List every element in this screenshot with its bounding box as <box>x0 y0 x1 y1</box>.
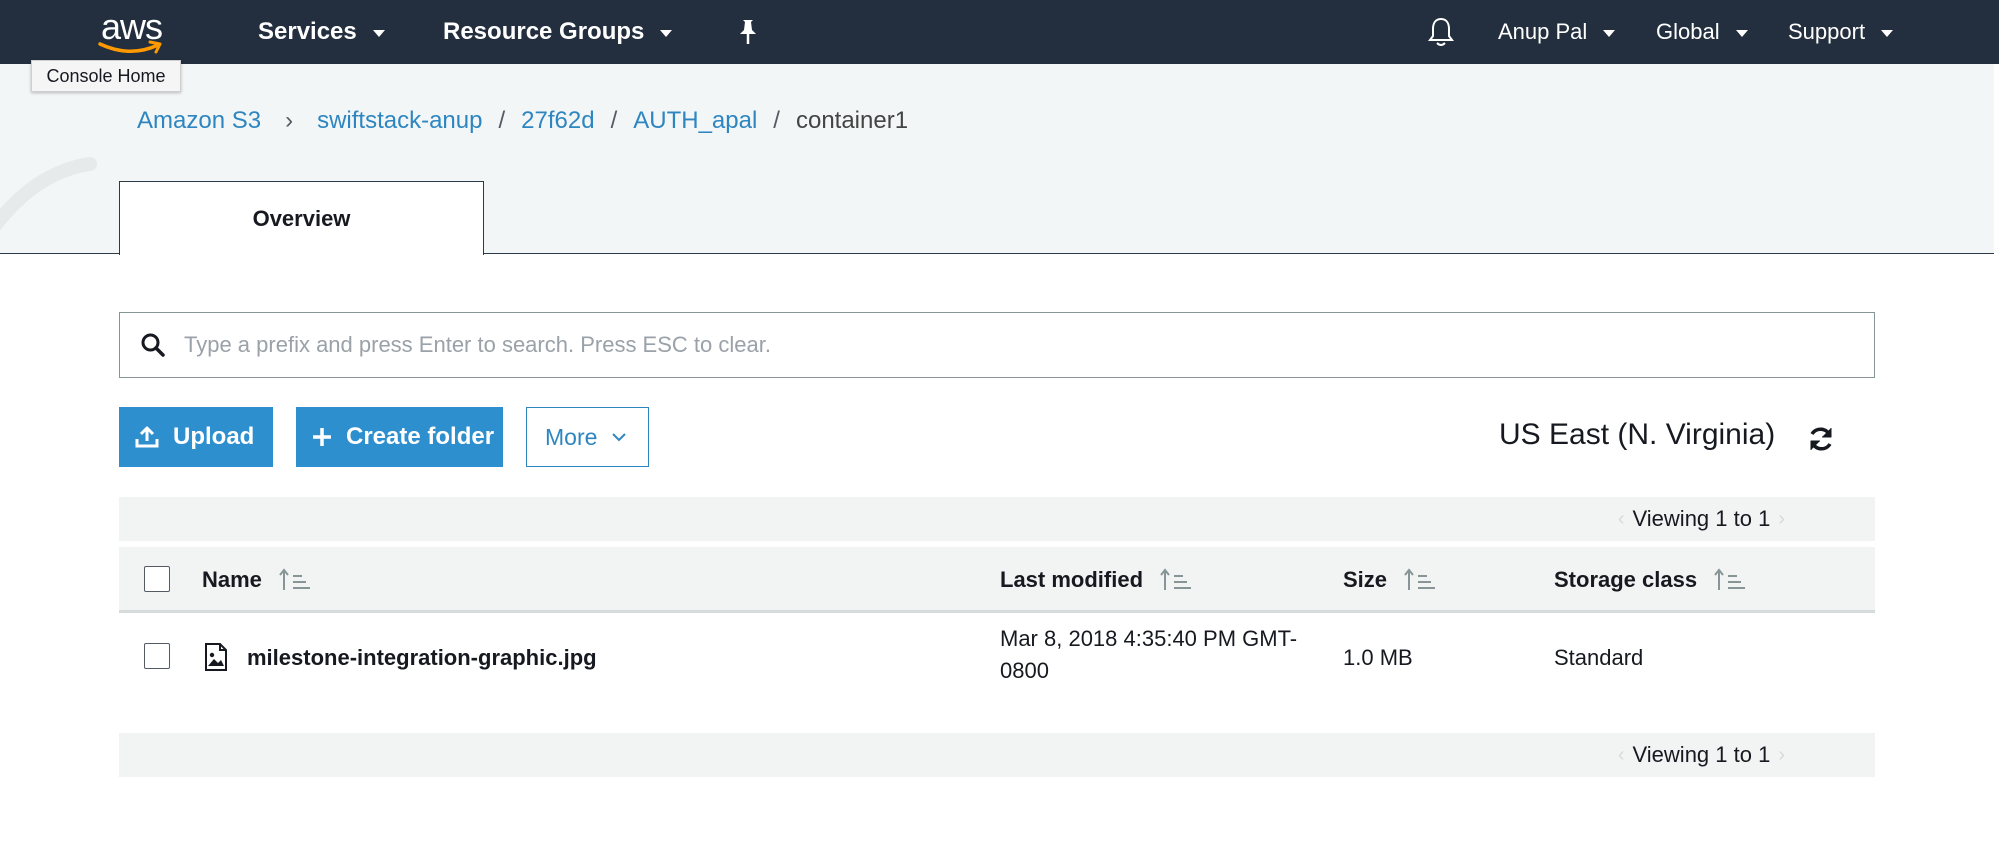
pagination-bar-top: ‹ Viewing 1 to 1 › <box>119 497 1875 541</box>
sort-icon[interactable] <box>278 568 312 592</box>
column-header-size[interactable]: Size <box>1343 547 1437 613</box>
search-box[interactable] <box>119 312 1875 378</box>
more-button[interactable]: More <box>526 407 649 467</box>
pagination-bottom: ‹ Viewing 1 to 1 › <box>1610 733 1793 777</box>
upload-label: Upload <box>173 423 255 450</box>
smile-arrow-icon <box>98 40 162 54</box>
breadcrumb-current: container1 <box>795 107 909 134</box>
breadcrumb-amazon-s3[interactable]: Amazon S3 <box>137 107 261 135</box>
pagination-bar-bottom: ‹ Viewing 1 to 1 › <box>119 733 1875 777</box>
user-menu[interactable]: Anup Pal <box>1498 0 1616 64</box>
breadcrumb: Amazon S3 › swiftstack-anup / 27f62d / A… <box>137 106 908 136</box>
top-navigation: aws Services Resource Groups Anup Pal Gl… <box>0 0 1999 64</box>
column-size-label: Size <box>1343 567 1388 592</box>
previous-page-icon[interactable]: ‹ <box>1618 744 1625 767</box>
pagination-text: Viewing 1 to 1 <box>1632 742 1771 767</box>
create-folder-label: Create folder <box>346 423 495 450</box>
sort-icon[interactable] <box>1159 568 1193 592</box>
file-name-link[interactable]: milestone-integration-graphic.jpg <box>247 642 597 674</box>
chevron-down-icon <box>1881 30 1894 37</box>
table-row[interactable]: milestone-integration-graphic.jpg Mar 8,… <box>119 616 1875 704</box>
pin-icon[interactable] <box>735 18 761 46</box>
bell-icon[interactable] <box>1426 16 1456 48</box>
resource-groups-label: Resource Groups <box>443 18 645 45</box>
region-menu-label: Global <box>1656 19 1720 44</box>
chevron-down-icon <box>1603 30 1616 37</box>
region-label: US East (N. Virginia) <box>1499 418 1776 451</box>
sort-icon[interactable] <box>1403 568 1437 592</box>
support-label: Support <box>1788 19 1866 44</box>
column-storage-class-label: Storage class <box>1554 567 1698 592</box>
chevron-down-icon <box>372 30 385 37</box>
user-name: Anup Pal <box>1498 19 1588 44</box>
column-name-label: Name <box>202 567 262 592</box>
breadcrumb-separator: / <box>498 107 506 134</box>
search-icon <box>141 333 165 357</box>
breadcrumb-chevron-icon: › <box>285 107 294 134</box>
select-all-checkbox[interactable] <box>144 566 170 592</box>
region-menu[interactable]: Global <box>1656 0 1748 64</box>
size-value: 1.0 MB <box>1343 645 1413 670</box>
upload-button[interactable]: Upload <box>119 407 273 467</box>
breadcrumb-folder-auth-apal[interactable]: AUTH_apal <box>633 107 757 135</box>
pagination-text: Viewing 1 to 1 <box>1632 506 1771 531</box>
column-header-storage-class[interactable]: Storage class <box>1554 547 1747 613</box>
refresh-icon[interactable] <box>1806 424 1836 454</box>
column-header-name[interactable]: Name <box>202 547 312 613</box>
chevron-down-icon <box>1735 30 1748 37</box>
breadcrumb-separator: / <box>610 107 618 134</box>
last-modified-value: Mar 8, 2018 4:35:40 PM GMT- 0800 <box>1000 623 1297 687</box>
last-modified-line-1: Mar 8, 2018 4:35:40 PM GMT- <box>1000 626 1298 651</box>
search-input[interactable] <box>184 332 1784 358</box>
last-modified-line-2: 0800 <box>1000 658 1049 683</box>
services-menu[interactable]: Services <box>258 0 385 64</box>
chevron-down-icon <box>660 30 673 37</box>
create-folder-button[interactable]: Create folder <box>296 407 503 467</box>
breadcrumb-bucket[interactable]: swiftstack-anup <box>317 107 482 135</box>
next-page-icon[interactable]: › <box>1778 744 1785 767</box>
upload-icon <box>135 426 159 448</box>
chevron-down-icon <box>612 433 627 442</box>
table-header: Name Last modified Size Storage class <box>119 547 1875 613</box>
sort-icon[interactable] <box>1713 568 1747 592</box>
aws-logo[interactable]: aws <box>92 6 180 54</box>
image-file-icon <box>205 643 227 671</box>
column-last-modified-label: Last modified <box>1000 567 1144 592</box>
services-label: Services <box>258 18 357 45</box>
breadcrumb-folder-27f62d[interactable]: 27f62d <box>521 107 594 135</box>
previous-page-icon[interactable]: ‹ <box>1618 508 1625 531</box>
row-checkbox[interactable] <box>144 643 170 669</box>
pagination-top: ‹ Viewing 1 to 1 › <box>1610 497 1793 541</box>
next-page-icon[interactable]: › <box>1778 508 1785 531</box>
tab-overview[interactable]: Overview <box>119 181 484 255</box>
support-menu[interactable]: Support <box>1788 0 1894 64</box>
console-home-tooltip: Console Home <box>31 60 181 92</box>
decorative-background-shape <box>0 157 97 231</box>
column-header-last-modified[interactable]: Last modified <box>1000 547 1193 613</box>
resource-groups-menu[interactable]: Resource Groups <box>443 0 673 64</box>
storage-class-value: Standard <box>1554 645 1644 670</box>
plus-icon <box>313 428 331 446</box>
more-label: More <box>545 423 598 450</box>
breadcrumb-separator: / <box>773 107 780 134</box>
